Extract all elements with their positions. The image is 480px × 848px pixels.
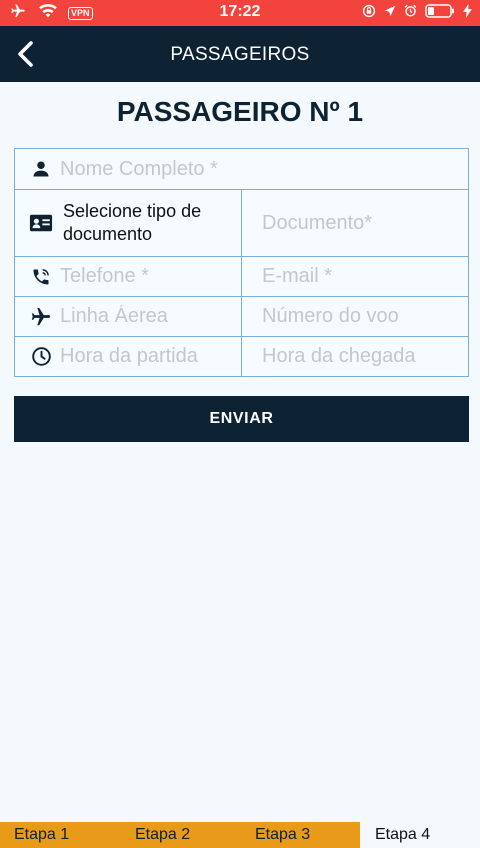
location-icon xyxy=(384,4,396,22)
airplane-icon xyxy=(29,305,53,329)
airline-input[interactable] xyxy=(60,297,235,336)
contact-row xyxy=(15,257,468,297)
phone-icon xyxy=(29,265,53,289)
phone-input[interactable] xyxy=(60,257,235,296)
rotation-lock-icon xyxy=(362,4,376,23)
document-row: Selecione tipo de documento xyxy=(15,190,468,257)
step-1[interactable]: Etapa 1 xyxy=(14,822,69,848)
passenger-form: Selecione tipo de documento xyxy=(14,148,469,377)
flight-number-input[interactable] xyxy=(262,297,462,336)
step-2[interactable]: Etapa 2 xyxy=(135,822,190,848)
submit-button[interactable]: ENVIAR xyxy=(14,396,469,442)
clock-icon xyxy=(29,345,53,369)
name-row xyxy=(15,149,468,190)
arrival-time-input[interactable] xyxy=(262,337,462,376)
time-row xyxy=(15,337,468,376)
alarm-icon xyxy=(404,4,417,22)
full-name-input[interactable] xyxy=(60,149,462,189)
status-bar: VPN 17:22 xyxy=(0,0,480,26)
departure-cell xyxy=(15,337,242,376)
airline-cell xyxy=(15,297,242,336)
phone-cell xyxy=(15,257,242,296)
document-cell xyxy=(242,190,468,256)
arrival-cell xyxy=(242,337,468,376)
battery-icon xyxy=(425,3,455,23)
step-progress: Etapa 1 Etapa 2 Etapa 3 Etapa 4 xyxy=(0,820,480,848)
departure-time-input[interactable] xyxy=(60,337,235,376)
step-arrow xyxy=(346,822,360,848)
charging-icon xyxy=(463,3,472,23)
doc-type-cell[interactable]: Selecione tipo de documento xyxy=(15,190,242,256)
person-icon xyxy=(29,157,53,181)
email-cell xyxy=(242,257,468,296)
name-cell xyxy=(15,149,468,189)
page-title: PASSAGEIROS xyxy=(170,44,310,65)
document-type-select[interactable]: Selecione tipo de documento xyxy=(63,200,241,246)
email-input[interactable] xyxy=(262,257,462,296)
status-right xyxy=(362,3,472,23)
document-input[interactable] xyxy=(262,190,462,256)
step-3[interactable]: Etapa 3 xyxy=(255,822,310,848)
step-4-current[interactable]: Etapa 4 xyxy=(375,822,430,848)
id-card-icon xyxy=(29,211,53,235)
flight-row xyxy=(15,297,468,337)
flight-number-cell xyxy=(242,297,468,336)
passenger-heading: PASSAGEIRO Nº 1 xyxy=(116,96,364,127)
app-header: PASSAGEIROS xyxy=(0,26,480,82)
